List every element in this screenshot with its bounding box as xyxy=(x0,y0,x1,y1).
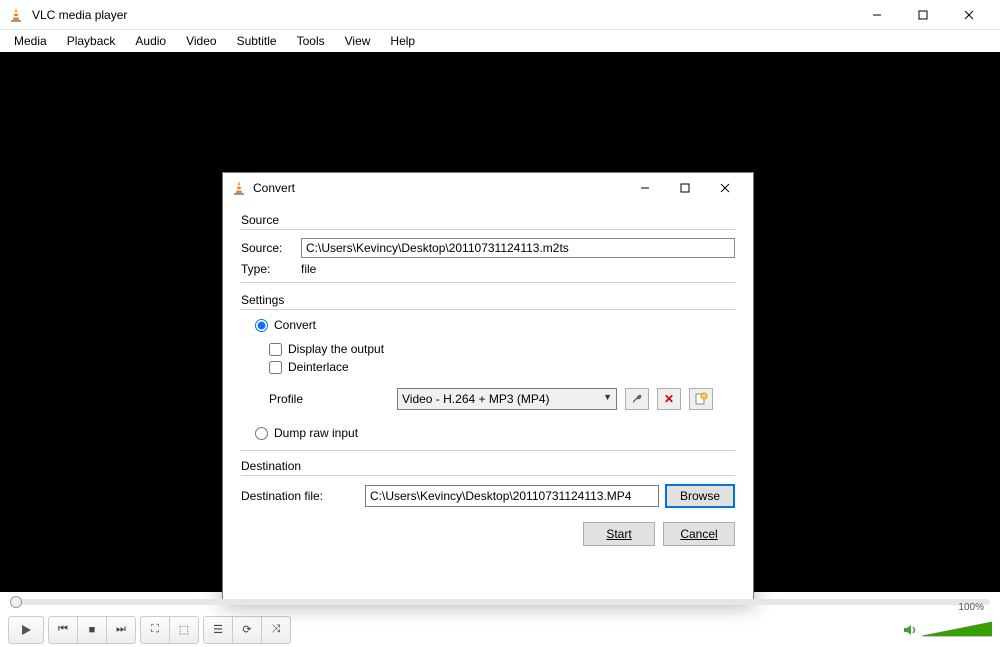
controls-row: ⏮ ■ ⏭ ⛶ ⬚ ☰ ⟳ ⤨ 100% xyxy=(0,612,1000,647)
main-titlebar: VLC media player xyxy=(0,0,1000,30)
menubar: Media Playback Audio Video Subtitle Tool… xyxy=(0,30,1000,52)
stop-icon: ■ xyxy=(89,624,96,636)
source-input[interactable] xyxy=(301,238,735,258)
type-label: Type: xyxy=(241,262,295,276)
deinterlace-label: Deinterlace xyxy=(288,360,349,374)
new-profile-icon xyxy=(694,392,708,406)
video-area: Convert Source Source: Type: file Settin… xyxy=(0,52,1000,592)
delete-profile-button[interactable]: ✕ xyxy=(657,388,681,410)
menu-view[interactable]: View xyxy=(335,32,381,50)
playlist-button[interactable]: ☰ xyxy=(203,616,233,644)
shuffle-icon: ⤨ xyxy=(272,623,281,636)
minimize-button[interactable] xyxy=(854,0,900,30)
seekbar-knob[interactable] xyxy=(10,596,22,608)
playlist-icon: ☰ xyxy=(213,623,223,636)
menu-tools[interactable]: Tools xyxy=(287,32,335,50)
loop-button[interactable]: ⟳ xyxy=(232,616,262,644)
skip-forward-icon: ⏭ xyxy=(116,623,126,636)
convert-radio[interactable] xyxy=(255,319,268,332)
dialog-minimize-button[interactable] xyxy=(625,174,665,202)
next-button[interactable]: ⏭ xyxy=(106,616,136,644)
deinterlace-checkbox[interactable] xyxy=(269,361,282,374)
edit-profile-button[interactable] xyxy=(625,388,649,410)
convert-radio-label: Convert xyxy=(274,318,316,332)
browse-button[interactable]: Browse xyxy=(665,484,735,508)
play-icon xyxy=(19,623,33,637)
dump-raw-label: Dump raw input xyxy=(274,426,358,440)
volume-label: 100% xyxy=(958,602,984,613)
destination-input[interactable] xyxy=(365,485,659,507)
seekbar[interactable] xyxy=(10,599,990,605)
speaker-icon[interactable] xyxy=(902,622,918,638)
wrench-icon xyxy=(630,392,644,406)
close-button[interactable] xyxy=(946,0,992,30)
equalizer-icon: ⬚ xyxy=(179,623,189,636)
profile-select[interactable] xyxy=(397,388,617,410)
x-icon: ✕ xyxy=(664,392,674,406)
display-output-label: Display the output xyxy=(288,342,384,356)
fullscreen-icon: ⛶ xyxy=(151,623,159,636)
menu-media[interactable]: Media xyxy=(4,32,57,50)
new-profile-button[interactable] xyxy=(689,388,713,410)
destination-section-label: Destination xyxy=(241,459,735,473)
loop-icon: ⟳ xyxy=(242,623,251,636)
dialog-title: Convert xyxy=(253,181,625,195)
source-label: Source: xyxy=(241,241,295,255)
menu-video[interactable]: Video xyxy=(176,32,226,50)
skip-back-icon: ⏮ xyxy=(58,623,68,636)
fullscreen-button[interactable]: ⛶ xyxy=(140,616,170,644)
dialog-titlebar: Convert xyxy=(223,173,753,203)
source-section-label: Source xyxy=(241,213,735,227)
menu-help[interactable]: Help xyxy=(380,32,425,50)
display-output-checkbox[interactable] xyxy=(269,343,282,356)
vlc-cone-icon xyxy=(231,180,247,196)
dialog-maximize-button[interactable] xyxy=(665,174,705,202)
volume-slider[interactable] xyxy=(922,620,992,640)
menu-subtitle[interactable]: Subtitle xyxy=(227,32,287,50)
dump-raw-radio[interactable] xyxy=(255,427,268,440)
settings-section-label: Settings xyxy=(241,293,735,307)
play-button[interactable] xyxy=(8,616,44,644)
main-title: VLC media player xyxy=(32,8,854,22)
type-value: file xyxy=(301,262,316,276)
menu-playback[interactable]: Playback xyxy=(57,32,126,50)
maximize-button[interactable] xyxy=(900,0,946,30)
dialog-close-button[interactable] xyxy=(705,174,745,202)
stop-button[interactable]: ■ xyxy=(77,616,107,644)
profile-label: Profile xyxy=(269,392,389,406)
convert-dialog: Convert Source Source: Type: file Settin… xyxy=(222,172,754,602)
extended-settings-button[interactable]: ⬚ xyxy=(169,616,199,644)
prev-button[interactable]: ⏮ xyxy=(48,616,78,644)
cancel-button[interactable]: Cancel xyxy=(663,522,735,546)
vlc-cone-icon xyxy=(8,7,24,23)
menu-audio[interactable]: Audio xyxy=(125,32,176,50)
start-button[interactable]: Start xyxy=(583,522,655,546)
shuffle-button[interactable]: ⤨ xyxy=(261,616,291,644)
destination-label: Destination file: xyxy=(241,489,359,503)
